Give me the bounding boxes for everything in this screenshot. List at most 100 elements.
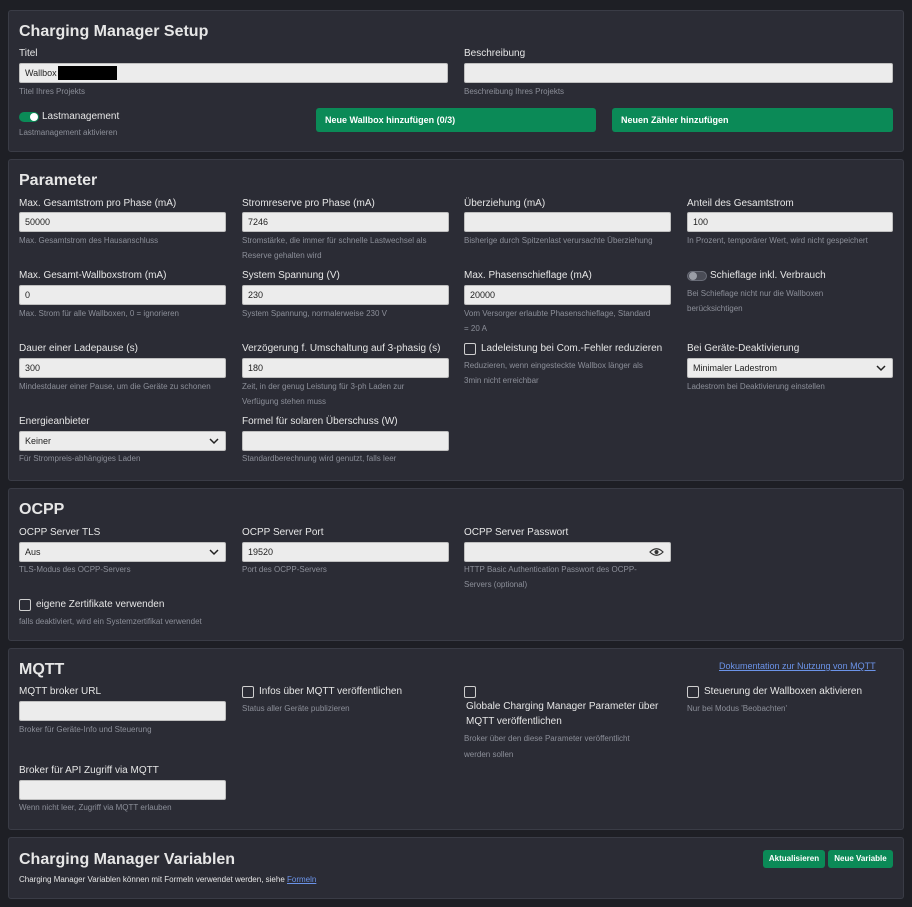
reduce-checkbox[interactable] — [464, 343, 476, 355]
delay-hint: Zeit, in der genug Leistung für 3-ph Lad… — [242, 379, 404, 409]
max-wallbox-label: Max. Gesamt-Wallboxstrom (mA) — [19, 270, 167, 281]
lastmanagement-toggle[interactable] — [19, 112, 39, 122]
setup-title: Charging Manager Setup — [19, 23, 209, 40]
password-hint: HTTP Basic Authentication Passwort des O… — [464, 562, 637, 592]
password-input[interactable] — [464, 542, 671, 562]
formeln-link[interactable]: Formeln — [287, 875, 316, 884]
reduce-hint-line1: Reduzieren, wenn eingesteckte Wallbox lä… — [464, 361, 643, 370]
control-hint: Nur bei Modus 'Beobachten' — [687, 704, 788, 713]
new-variable-button[interactable]: Neue Variable — [828, 850, 893, 868]
beschreibung-label: Beschreibung — [464, 48, 526, 59]
pause-input[interactable]: 300 — [19, 358, 226, 378]
parameter-title: Parameter — [19, 172, 98, 189]
deactivation-select[interactable]: Minimaler Ladestrom — [687, 358, 893, 378]
pause-hint: Mindestdauer einer Pause, um die Geräte … — [19, 382, 211, 391]
eye-icon[interactable] — [649, 547, 664, 557]
tls-select[interactable]: Aus — [19, 542, 226, 562]
titel-hint: Titel Ihres Projekts — [19, 87, 85, 96]
imbalance-label: Max. Phasenschieflage (mA) — [464, 270, 592, 281]
formula-hint: Standardberechnung wird genutzt, falls l… — [242, 454, 397, 463]
imbalance-incl-hint-line1: Bei Schieflage nicht nur die Wallboxen — [687, 289, 824, 298]
tls-label: OCPP Server TLS — [19, 527, 101, 538]
setup-card: Charging Manager Setup Titel Wallbox Tit… — [8, 10, 904, 152]
broker-label: MQTT broker URL — [19, 686, 102, 697]
max-total-input[interactable]: 50000 — [19, 212, 226, 232]
mqtt-title: MQTT — [19, 661, 65, 678]
control-checkbox[interactable] — [687, 686, 699, 698]
titel-label: Titel — [19, 48, 38, 59]
api-input[interactable] — [19, 780, 226, 800]
share-hint: In Prozent, temporärer Wert, wird nicht … — [687, 236, 868, 245]
delay-hint-line1: Zeit, in der genug Leistung für 3-ph Lad… — [242, 382, 405, 391]
max-wallbox-value: 0 — [25, 290, 31, 300]
titel-value: Wallbox — [25, 68, 57, 78]
global-label: Globale Charging Manager Parameter über … — [466, 699, 658, 729]
cert-checkbox[interactable] — [19, 599, 31, 611]
refresh-button[interactable]: Aktualisieren — [763, 850, 825, 868]
port-input[interactable]: 19520 — [242, 542, 449, 562]
reserve-hint-line2: Reserve gehalten wird — [242, 251, 322, 260]
pause-label: Dauer einer Ladepause (s) — [19, 343, 138, 354]
port-value: 19520 — [248, 547, 274, 557]
delay-value: 180 — [248, 363, 264, 373]
mqtt-card: MQTT Dokumentation zur Nutzung von MQTT … — [8, 648, 904, 830]
overdraw-input[interactable] — [464, 212, 671, 232]
parameter-card: Parameter Max. Gesamtstrom pro Phase (mA… — [8, 159, 904, 481]
imbalance-input[interactable]: 20000 — [464, 285, 671, 305]
cert-label: eigene Zertifikate verwenden — [36, 599, 165, 610]
max-total-value: 50000 — [25, 217, 51, 227]
imbalance-incl-toggle[interactable] — [687, 271, 707, 281]
global-checkbox[interactable] — [464, 686, 476, 698]
formula-input[interactable] — [242, 431, 449, 451]
max-total-label: Max. Gesamtstrom pro Phase (mA) — [19, 198, 177, 209]
global-hint-line1: Broker über den diese Parameter veröffen… — [464, 734, 630, 743]
share-input[interactable]: 100 — [687, 212, 893, 232]
publish-hint: Status aller Geräte publizieren — [242, 704, 350, 713]
reserve-hint: Stromstärke, die immer für schnelle Last… — [242, 233, 427, 263]
imbalance-incl-label: Schieflage inkl. Verbrauch — [710, 270, 826, 281]
delay-label: Verzögerung f. Umschaltung auf 3-phasig … — [242, 343, 441, 354]
add-wallbox-button[interactable]: Neue Wallbox hinzufügen (0/3) — [316, 108, 596, 132]
add-meter-button[interactable]: Neuen Zähler hinzufügen — [612, 108, 893, 132]
reserve-value: 7246 — [248, 217, 269, 227]
broker-input[interactable] — [19, 701, 226, 721]
deactivation-value: Minimaler Ladestrom — [693, 363, 778, 373]
reduce-label: Ladeleistung bei Com.-Fehler reduzieren — [481, 343, 663, 354]
tls-value: Aus — [25, 547, 41, 557]
imbalance-hint-line1: Vom Versorger erlaubte Phasenschieflage,… — [464, 309, 651, 318]
imbalance-value: 20000 — [470, 290, 496, 300]
beschreibung-input[interactable] — [464, 63, 893, 83]
toggle-knob — [30, 113, 38, 121]
formula-label: Formel für solaren Überschuss (W) — [242, 416, 398, 427]
ocpp-title: OCPP — [19, 501, 65, 518]
chevron-down-icon — [209, 549, 219, 556]
control-label: Steuerung der Wallboxen aktivieren — [704, 686, 863, 697]
overdraw-hint: Bisherige durch Spitzenlast verursachte … — [464, 236, 653, 245]
provider-select[interactable]: Keiner — [19, 431, 226, 451]
port-hint: Port des OCPP-Servers — [242, 565, 327, 574]
delay-hint-line2: Verfügung stehen muss — [242, 397, 327, 406]
password-hint-line2: Servers (optional) — [464, 580, 528, 589]
pause-value: 300 — [25, 363, 41, 373]
global-hint-line2: werden sollen — [464, 750, 514, 759]
mqtt-doc-link[interactable]: Dokumentation zur Nutzung von MQTT — [719, 661, 876, 671]
variables-desc-text: Charging Manager Variablen können mit Fo… — [19, 875, 285, 884]
chevron-down-icon — [209, 438, 219, 445]
imbalance-incl-hint-line2: berücksichtigen — [687, 304, 743, 313]
provider-hint: Für Strompreis-abhängiges Laden — [19, 454, 141, 463]
imbalance-incl-hint: Bei Schieflage nicht nur die Wallboxen b… — [687, 286, 823, 316]
toggle-knob — [689, 272, 697, 280]
reserve-input[interactable]: 7246 — [242, 212, 449, 232]
max-wallbox-input[interactable]: 0 — [19, 285, 226, 305]
publish-checkbox[interactable] — [242, 686, 254, 698]
delay-input[interactable]: 180 — [242, 358, 449, 378]
global-label-line1: Globale Charging Manager Parameter über — [466, 701, 659, 712]
imbalance-hint: Vom Versorger erlaubte Phasenschieflage,… — [464, 306, 650, 336]
lastmanagement-label: Lastmanagement — [42, 111, 120, 122]
broker-hint: Broker für Geräte-Info und Steuerung — [19, 725, 152, 734]
password-hint-line1: HTTP Basic Authentication Passwort des O… — [464, 565, 637, 574]
chevron-down-icon — [876, 365, 886, 372]
max-total-hint: Max. Gesamtstrom des Hausanschluss — [19, 236, 159, 245]
provider-label: Energieanbieter — [19, 416, 90, 427]
voltage-input[interactable]: 230 — [242, 285, 449, 305]
